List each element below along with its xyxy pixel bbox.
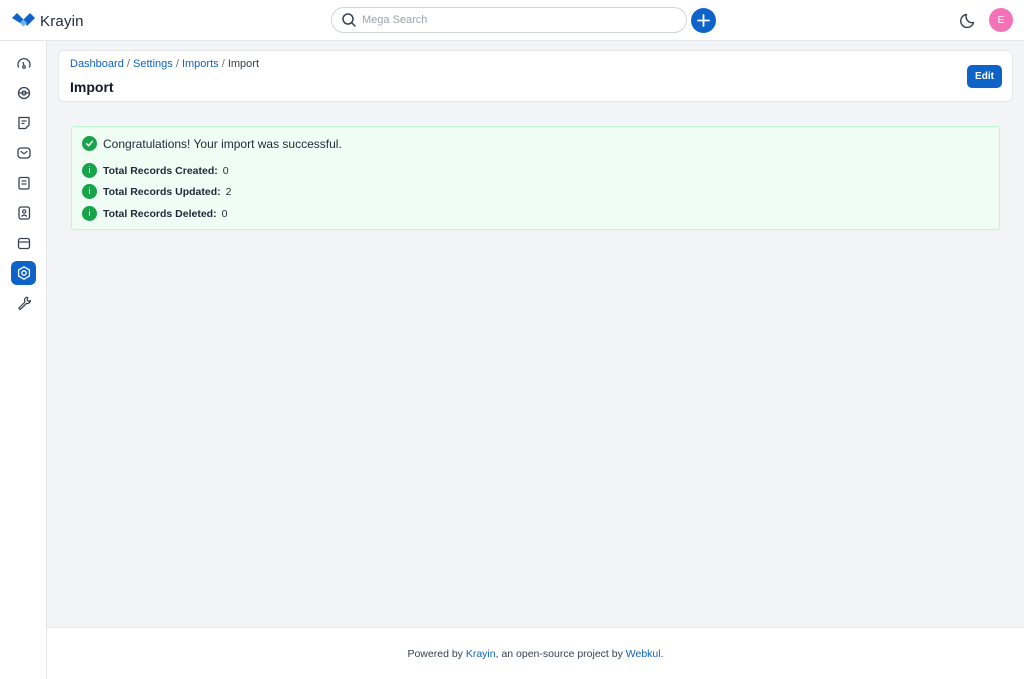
stat-label: Total Records Deleted:: [103, 207, 217, 220]
page-title: Import: [70, 79, 114, 95]
breadcrumb-dashboard[interactable]: Dashboard: [70, 58, 124, 70]
sidebar-item-configuration[interactable]: [11, 291, 36, 315]
alert-header: Congratulations! Your import was success…: [82, 136, 342, 151]
contacts-icon: [17, 206, 30, 220]
breadcrumb-separator: /: [126, 58, 130, 70]
info-icon: i: [82, 206, 97, 221]
edit-button[interactable]: Edit: [967, 65, 1002, 88]
stat-label: Total Records Created:: [103, 164, 218, 177]
success-check-icon: [82, 136, 97, 151]
top-navbar: Krayin E: [0, 0, 1024, 41]
krayin-logo-icon: [12, 13, 35, 27]
breadcrumb-imports[interactable]: Imports: [182, 58, 219, 70]
krayin-logo[interactable]: Krayin: [12, 11, 84, 31]
breadcrumb-settings[interactable]: Settings: [133, 58, 173, 70]
search-icon: [342, 13, 356, 27]
dark-mode-moon-icon[interactable]: [960, 11, 978, 29]
user-avatar[interactable]: E: [989, 8, 1013, 32]
quotes-icon: [17, 116, 30, 130]
page-header-card: Dashboard / Settings / Imports / Import …: [58, 50, 1013, 102]
sidebar-item-mail[interactable]: [11, 141, 36, 165]
leads-icon: [17, 86, 30, 100]
stat-created: i Total Records Created: 0: [82, 163, 229, 178]
alert-message: Congratulations! Your import was success…: [103, 136, 342, 151]
mega-search[interactable]: [331, 7, 687, 33]
sidebar-item-products[interactable]: [11, 231, 36, 255]
app-name: Krayin: [40, 12, 84, 30]
stat-deleted: i Total Records Deleted: 0: [82, 206, 227, 221]
info-icon: i: [82, 163, 97, 178]
footer-krayin-link[interactable]: Krayin: [466, 648, 496, 660]
breadcrumb-current: Import: [227, 58, 260, 70]
search-input[interactable]: [362, 14, 662, 26]
footer-middle: , an open-source project by: [495, 647, 623, 660]
breadcrumb: Dashboard / Settings / Imports / Import: [70, 58, 259, 70]
plus-icon: [697, 14, 710, 27]
stat-value: 0: [221, 207, 228, 220]
footer: Powered by Krayin, an open-source projec…: [47, 627, 1024, 679]
info-icon: i: [82, 184, 97, 199]
stat-value: 0: [222, 164, 229, 177]
products-icon: [17, 237, 30, 250]
sidebar-item-settings[interactable]: [11, 261, 36, 285]
settings-icon: [17, 266, 30, 280]
sidebar-item-activities[interactable]: [11, 171, 36, 195]
breadcrumb-separator: /: [175, 58, 179, 70]
breadcrumb-separator: /: [221, 58, 225, 70]
sidebar-item-contacts[interactable]: [11, 201, 36, 225]
footer-prefix: Powered by: [407, 647, 463, 660]
quick-create-button[interactable]: [691, 8, 716, 33]
footer-suffix: .: [660, 647, 664, 660]
footer-webkul-link[interactable]: Webkul: [626, 648, 661, 660]
dashboard-gauge-icon: [16, 57, 31, 69]
stat-label: Total Records Updated:: [103, 185, 221, 198]
sidebar-item-quotes[interactable]: [11, 111, 36, 135]
sidebar-item-dashboard[interactable]: [11, 52, 36, 76]
import-success-alert: Congratulations! Your import was success…: [71, 126, 1000, 230]
activities-icon: [17, 176, 30, 190]
sidebar-item-leads[interactable]: [11, 81, 36, 105]
mail-icon: [16, 147, 31, 159]
wrench-icon: [17, 296, 31, 311]
sidebar: [0, 41, 47, 679]
stat-value: 2: [225, 185, 232, 198]
stat-updated: i Total Records Updated: 2: [82, 184, 232, 199]
